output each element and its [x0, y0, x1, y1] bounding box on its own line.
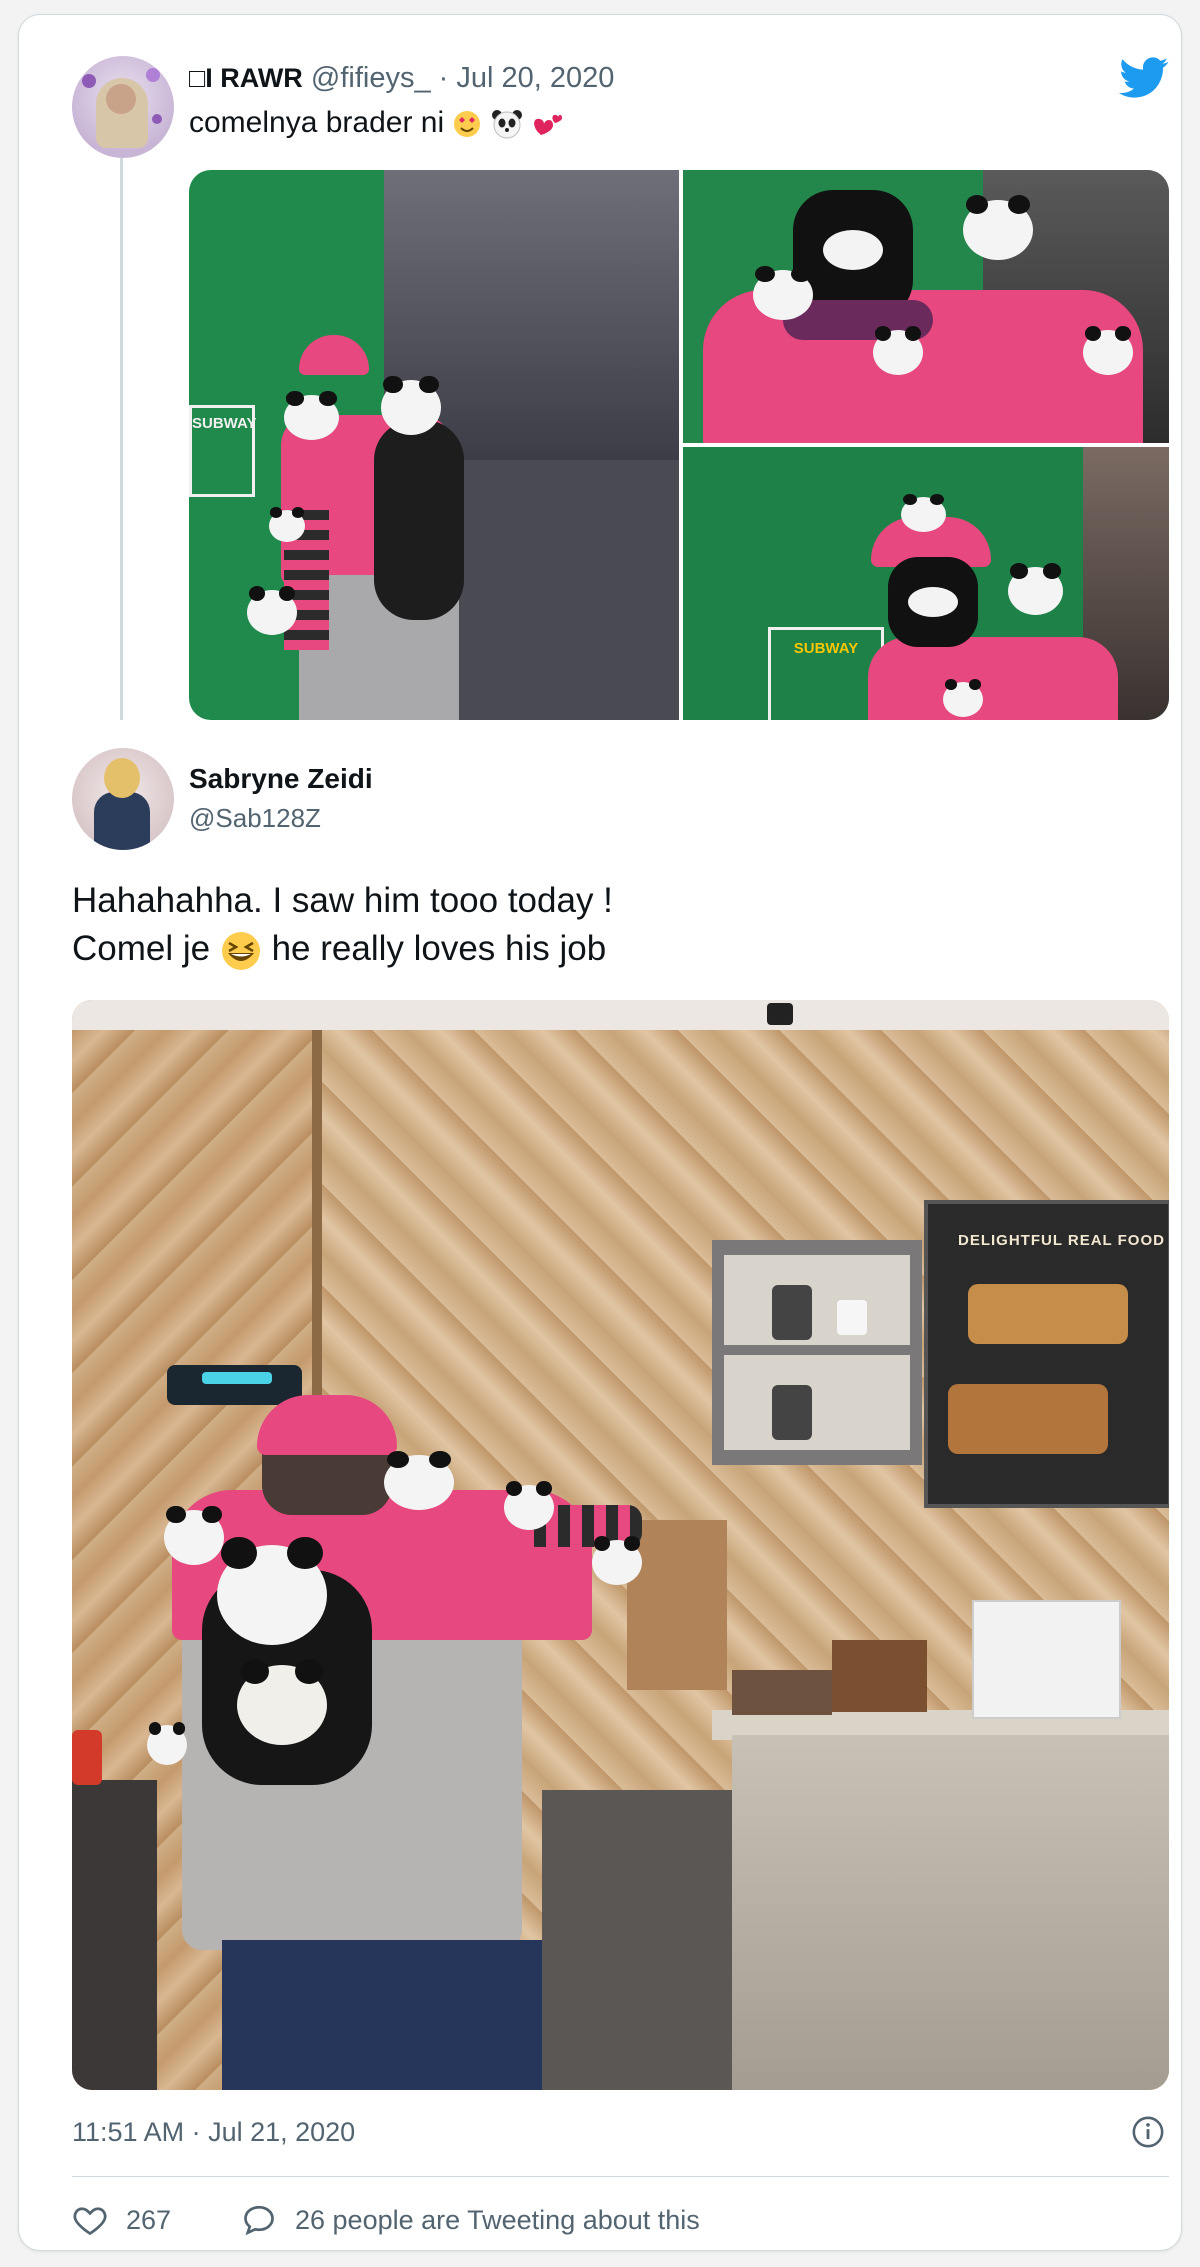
subway-sign-left: SUBWAY — [189, 405, 257, 497]
tweet-text-line-1: Hahahahha. I saw him tooo today ! — [72, 881, 613, 920]
tweeting-about-text: 26 people are Tweeting about this — [295, 2204, 700, 2235]
tweeting-about-link[interactable]: 26 people are Tweeting about this — [241, 2200, 700, 2240]
reply-bubble-icon — [244, 2205, 274, 2236]
tweet-text: Hahahahha. I saw him tooo today ! Comel … — [72, 877, 613, 973]
sign-text: SUBWAY — [192, 415, 257, 432]
like-button[interactable]: 267 — [72, 2200, 171, 2240]
info-icon[interactable] — [1131, 2115, 1165, 2149]
heart-icon — [73, 2207, 107, 2236]
tweet-text-part-b: he really loves his job — [271, 929, 607, 968]
quoted-photo-2[interactable] — [683, 170, 1169, 443]
tweet-text-part-a: Comel je — [72, 929, 211, 968]
menu-board-title: DELIGHTFUL REAL FOOD — [958, 1232, 1165, 1249]
quoted-display-name[interactable]: □I RAWR — [189, 63, 303, 93]
quoted-user-avatar[interactable] — [72, 56, 174, 158]
tweet-card: □I RAWR @fifieys_ · Jul 20, 2020 comelny… — [18, 14, 1182, 2251]
tweet-photo[interactable]: DELIGHTFUL REAL FOOD — [72, 1000, 1169, 2090]
footer-divider — [72, 2176, 1169, 2177]
grinning-squinting-emoji-icon — [221, 931, 260, 970]
author-handle[interactable]: @Sab128Z — [189, 802, 321, 834]
like-count: 267 — [126, 2204, 172, 2235]
quoted-date[interactable]: Jul 20, 2020 — [456, 62, 614, 94]
tweet-timestamp[interactable]: 11:51 AM · Jul 21, 2020 — [72, 2115, 355, 2149]
header-separator: · — [438, 62, 449, 94]
quoted-photo-1[interactable]: SUBWAY — [189, 170, 679, 720]
thread-connector — [120, 155, 123, 720]
author-display-name[interactable]: Sabryne Zeidi — [189, 762, 373, 796]
subway-sign: SUBWAY — [768, 627, 884, 720]
two-hearts-emoji-icon — [534, 114, 563, 136]
tweet-text-line-2: Comel je he really loves his job — [72, 925, 613, 973]
quoted-photo-grid: SUBWAY SUBWAY — [189, 170, 1169, 720]
author-avatar[interactable] — [72, 748, 174, 850]
panda-face-emoji-icon — [491, 110, 522, 139]
quoted-handle[interactable]: @fifieys_ — [311, 62, 431, 94]
menu-board: DELIGHTFUL REAL FOOD — [924, 1200, 1169, 1508]
quoted-text-content: comelnya brader ni — [189, 106, 445, 139]
quoted-tweet-text: comelnya brader ni — [189, 105, 563, 141]
subway-sign-text: SUBWAY — [793, 640, 859, 657]
quoted-photo-3[interactable]: SUBWAY — [683, 447, 1169, 720]
twitter-bird-icon[interactable] — [1119, 57, 1169, 99]
quoted-tweet-header: □I RAWR @fifieys_ · Jul 20, 2020 — [189, 60, 614, 96]
heart-eyes-emoji-icon — [454, 111, 481, 138]
